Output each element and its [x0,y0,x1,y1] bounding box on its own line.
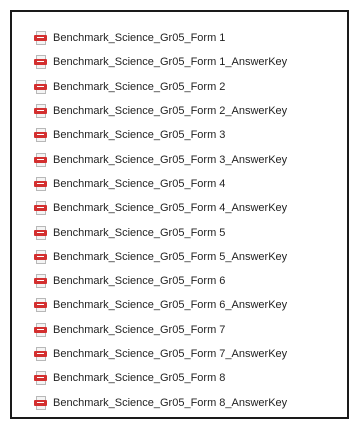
pdf-file-icon [34,152,47,167]
pdf-file-icon [34,79,47,94]
pdf-file-icon [34,371,47,386]
pdf-label-band [34,399,47,406]
file-item[interactable]: Benchmark_Science_Gr05_Form 7_AnswerKey [34,342,343,366]
file-name: Benchmark_Science_Gr05_Form 7 [53,323,226,336]
file-item[interactable]: Benchmark_Science_Gr05_Form 4 [34,172,343,196]
file-name: Benchmark_Science_Gr05_Form 4_AnswerKey [53,202,288,215]
file-item[interactable]: Benchmark_Science_Gr05_Form 5 [34,220,343,244]
file-item[interactable]: Benchmark_Science_Gr05_Form 7 [34,318,343,342]
file-item[interactable]: Benchmark_Science_Gr05_Form 6_AnswerKey [34,293,343,317]
file-item[interactable]: Benchmark_Science_Gr05_Form 2 [34,75,343,99]
pdf-file-icon [34,104,47,119]
pdf-label-band [34,156,47,163]
pdf-file-icon [34,201,47,216]
file-name: Benchmark_Science_Gr05_Form 7_AnswerKey [53,348,288,360]
pdf-file-icon [34,225,47,240]
file-name: Benchmark_Science_Gr05_Form 5_AnswerKey [53,250,288,263]
pdf-label-band [34,253,47,260]
pdf-label-band [34,132,47,139]
pdf-label-band [34,375,47,382]
file-item[interactable]: Benchmark_Science_Gr05_Form 3 [34,123,343,147]
file-item[interactable]: Benchmark_Science_Gr05_Form 6 [34,269,343,293]
file-name: Benchmark_Science_Gr05_Form 6_AnswerKey [53,299,288,312]
pdf-label-band [34,351,47,357]
file-item[interactable]: Benchmark_Science_Gr05_Form 3_AnswerKey [34,147,343,171]
file-name: Benchmark_Science_Gr05_Form 5 [53,226,226,239]
file-item[interactable]: Benchmark_Science_Gr05_Form 5_AnswerKey [34,245,343,269]
pdf-file-icon [34,322,47,337]
pdf-label-band [34,326,47,333]
file-name: Benchmark_Science_Gr05_Form 8 [53,372,226,385]
file-name: Benchmark_Science_Gr05_Form 2_AnswerKey [53,105,288,118]
file-name: Benchmark_Science_Gr05_Form 3_AnswerKey [53,153,288,166]
pdf-label-band [34,35,47,42]
pdf-file-icon [34,274,47,289]
file-name: Benchmark_Science_Gr05_Form 1 [53,32,226,45]
pdf-file-icon [34,298,47,313]
pdf-file-icon [34,249,47,264]
pdf-file-icon [34,347,47,361]
file-name: Benchmark_Science_Gr05_Form 2 [53,80,226,93]
pdf-file-icon [34,395,47,410]
pdf-label-band [34,59,47,66]
pdf-label-band [34,108,47,115]
pdf-file-icon [34,176,47,191]
file-item[interactable]: Benchmark_Science_Gr05_Form 1 [34,26,343,50]
file-item[interactable]: Benchmark_Science_Gr05_Form 1_AnswerKey [34,50,343,74]
pdf-file-icon [34,128,47,143]
pdf-label-band [34,180,47,187]
file-name: Benchmark_Science_Gr05_Form 8_AnswerKey [53,396,288,409]
file-list-panel: Benchmark_Science_Gr05_Form 1 Benchmark_S… [10,10,349,419]
file-name: Benchmark_Science_Gr05_Form 3 [53,129,226,142]
file-name: Benchmark_Science_Gr05_Form 6 [53,275,226,288]
pdf-file-icon [34,31,47,46]
file-name: Benchmark_Science_Gr05_Form 4 [53,177,226,190]
file-name: Benchmark_Science_Gr05_Form 1_AnswerKey [53,56,288,69]
file-item[interactable]: Benchmark_Science_Gr05_Form 8_AnswerKey [34,390,343,414]
pdf-label-band [34,205,47,212]
file-item[interactable]: Benchmark_Science_Gr05_Form 4_AnswerKey [34,196,343,220]
pdf-label-band [34,83,47,90]
file-item[interactable]: Benchmark_Science_Gr05_Form 8 [34,366,343,390]
pdf-label-band [34,229,47,236]
file-list: Benchmark_Science_Gr05_Form 1 Benchmark_S… [34,26,343,415]
pdf-label-band [34,302,47,309]
pdf-file-icon [34,55,47,70]
file-item[interactable]: Benchmark_Science_Gr05_Form 2_AnswerKey [34,99,343,123]
pdf-label-band [34,278,47,285]
